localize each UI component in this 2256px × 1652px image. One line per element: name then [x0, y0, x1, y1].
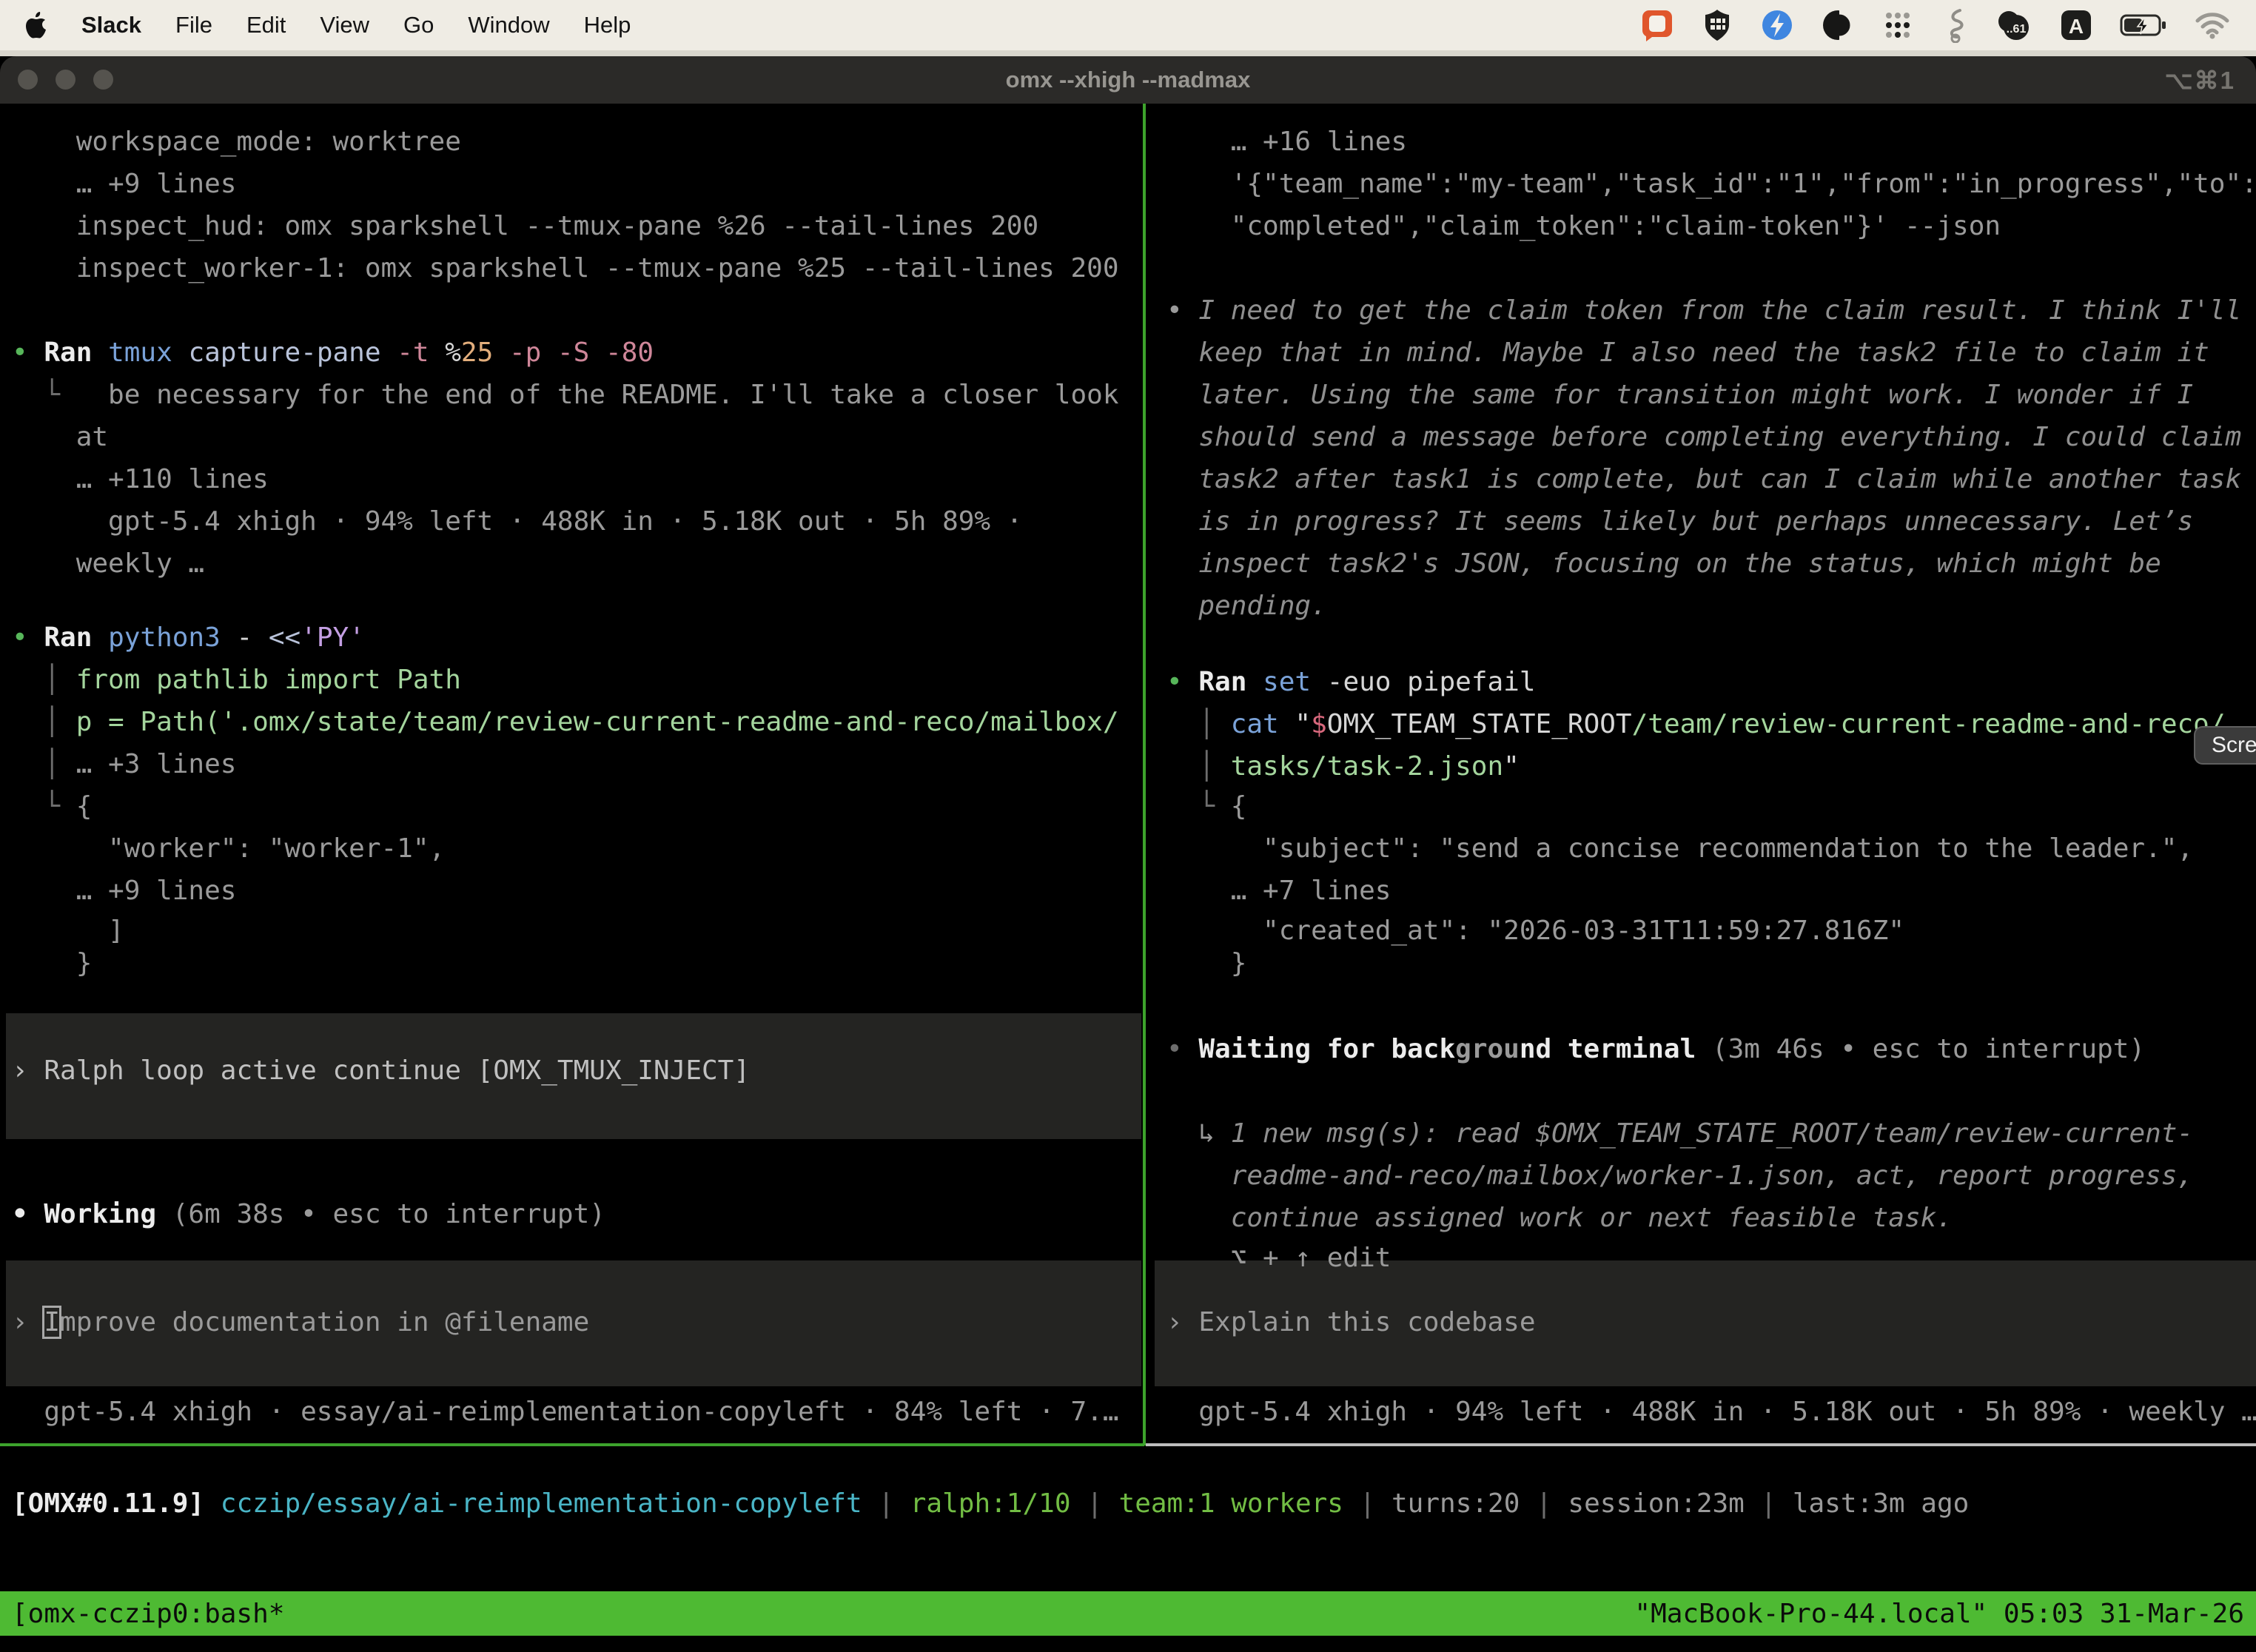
pane-divider[interactable]	[1143, 104, 1146, 1446]
window-shortcut-badge: ⌥⌘1	[2165, 56, 2235, 104]
menu-item-edit[interactable]: Edit	[246, 12, 286, 38]
chat-app-icon[interactable]	[1640, 7, 1674, 43]
screenshot-tooltip: Scre	[2194, 726, 2256, 765]
wifi-icon[interactable]	[2194, 7, 2231, 43]
menu-item-file[interactable]: File	[175, 12, 212, 38]
dots-grid-icon[interactable]	[1881, 7, 1914, 43]
ralph-loop-band	[6, 1013, 1141, 1139]
window-titlebar[interactable]: omx --xhigh --madmax ⌥⌘1	[0, 56, 2256, 104]
menu-bar: Slack File Edit View Go Window Help	[0, 0, 2256, 50]
dark-circle-icon[interactable]	[1821, 7, 1855, 43]
terminal-content	[0, 104, 2256, 1652]
window-title: omx --xhigh --madmax	[0, 56, 2256, 104]
app-menu-slack[interactable]: Slack	[81, 12, 141, 38]
text-a-icon[interactable]: A	[2059, 7, 2093, 43]
battery-icon[interactable]	[2120, 7, 2167, 43]
right-pane-border	[1146, 1443, 2256, 1446]
apple-icon	[25, 12, 47, 38]
menu-item-view[interactable]: View	[320, 12, 369, 38]
left-input-band[interactable]	[6, 1260, 1141, 1386]
tmux-host-clock: "MacBook-Pro-44.local" 05:03 31-Mar-26	[1634, 1599, 2244, 1629]
tmux-status-bar: [omx-cczip0:bash* "MacBook-Pro-44.local"…	[0, 1591, 2256, 1636]
right-input-band[interactable]	[1155, 1260, 2256, 1386]
menu-item-go[interactable]: Go	[403, 12, 434, 38]
apple-menu[interactable]	[25, 7, 47, 43]
menu-item-window[interactable]: Window	[468, 12, 549, 38]
tmux-session-label[interactable]: [omx-cczip0:bash*	[12, 1599, 284, 1629]
bolt-badge-icon[interactable]	[1760, 7, 1794, 43]
shield-app-icon[interactable]	[1701, 7, 1733, 43]
squiggle-icon[interactable]	[1941, 7, 1967, 43]
menu-status-icons: ..61 A	[1640, 7, 2231, 43]
svg-text:..61: ..61	[2007, 23, 2027, 36]
count-badge-icon[interactable]: ..61	[1994, 7, 2032, 43]
left-pane-border	[0, 1443, 1144, 1446]
desktop-gap	[0, 50, 2256, 56]
menu-item-help[interactable]: Help	[584, 12, 631, 38]
screen: Slack File Edit View Go Window Help	[0, 0, 2256, 1652]
svg-text:A: A	[2069, 15, 2084, 38]
